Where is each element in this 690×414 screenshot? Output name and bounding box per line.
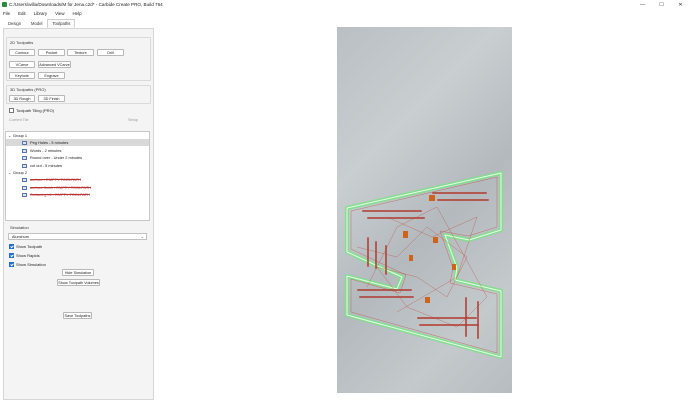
material-value: Aluminum	[12, 234, 29, 239]
toolpath-item[interactable]: Round over - Under 2 minutes	[6, 154, 149, 161]
toolpath-tiling-checkbox[interactable]	[9, 108, 14, 113]
3d-rough-button[interactable]: 3D Rough	[9, 95, 35, 102]
tree-group-1[interactable]: ⌄ Group 1	[8, 132, 149, 139]
tab-model[interactable]: Model	[26, 19, 47, 28]
toolpath-icon	[22, 155, 27, 160]
window-title: C:/Users/willa/Downloads/M for Jena.c2d*…	[9, 2, 163, 7]
menu-library[interactable]: Library	[34, 11, 47, 16]
save-toolpaths-button[interactable]: Save Toolpaths	[63, 312, 92, 319]
show-toolpath-volumes-button[interactable]: Show Toolpath Volumes	[57, 279, 100, 286]
show-toolpath-label: Show Toolpath	[16, 244, 43, 249]
group-label: Group 1	[13, 133, 28, 138]
tree-group-2[interactable]: ⌄ Group 2	[8, 169, 149, 176]
texture-button[interactable]: Texture	[67, 49, 94, 56]
toolpath-item[interactable]: surface finish - EMPTY TOOLPATH	[6, 184, 149, 191]
toolpath-tree: ⌄ Group 1 Peg Holes - 5 minutes Words - …	[5, 131, 150, 221]
toolpath-label: Round over - Under 2 minutes	[30, 155, 83, 160]
show-simulation-checkbox[interactable]	[9, 262, 14, 267]
toolpath-icon	[22, 163, 27, 168]
toolpath-label: surface finish - EMPTY TOOLPATH	[30, 185, 92, 190]
group-label: Group 2	[13, 170, 28, 175]
show-toolpath-checkbox[interactable]	[9, 244, 14, 249]
contour-button[interactable]: Contour	[9, 49, 35, 56]
engrave-button[interactable]: Engrave	[38, 72, 65, 79]
keyhole-button[interactable]: Keyhole	[9, 72, 35, 79]
toolpaths-3d-title: 3D Toolpaths (PRO)	[10, 87, 46, 92]
toolpath-label: Surfacing bit - EMPTY TOOLPATH	[30, 192, 90, 197]
pocket-button[interactable]: Pocket	[38, 49, 65, 56]
tab-toolpaths[interactable]: Toolpaths	[47, 19, 76, 28]
material-select[interactable]: Aluminum ⌄	[8, 233, 147, 240]
show-rapids-checkbox[interactable]	[9, 253, 14, 258]
show-rapids-label: Show Rapids	[16, 253, 40, 258]
toolpath-item[interactable]: cut out - 5 minutes	[6, 162, 149, 169]
hide-simulation-button[interactable]: Hide Simulation	[62, 269, 94, 276]
app-icon	[2, 2, 7, 7]
toolpath-label: Words - 2 minutes	[30, 148, 62, 153]
toolpaths-2d-title: 2D Toolpaths	[10, 40, 34, 45]
toolpath-item[interactable]: surface - EMPTY TOOLPATH	[6, 176, 149, 183]
current-tile-field[interactable]: Current Tile	[9, 118, 29, 122]
toolpath-label: cut out - 5 minutes	[30, 163, 63, 168]
drill-button[interactable]: Drill	[97, 49, 124, 56]
show-simulation-label: Show Simulation	[16, 262, 46, 267]
menu-view[interactable]: View	[55, 11, 64, 16]
toolpath-icon	[22, 192, 27, 197]
maximize-button[interactable]: ☐	[652, 0, 671, 9]
3d-finish-button[interactable]: 3D Finish	[38, 95, 65, 102]
title-bar: C:/Users/willa/Downloads/M for Jena.c2d*…	[0, 0, 690, 9]
toolpath-item[interactable]: Peg Holes - 5 minutes	[6, 139, 149, 146]
toolpath-tiling-label: Toolpath Tiling (PRO)	[16, 108, 55, 113]
minimize-button[interactable]: —	[633, 0, 652, 9]
tab-design[interactable]: Design	[3, 19, 26, 28]
menu-help[interactable]: Help	[73, 11, 82, 16]
advanced-vcarve-button[interactable]: Advanced VCarve	[38, 61, 71, 68]
toolpath-item[interactable]: Surfacing bit - EMPTY TOOLPATH	[6, 191, 149, 198]
toolpath-label: surface - EMPTY TOOLPATH	[30, 177, 81, 182]
toolpath-preview	[345, 171, 503, 359]
menu-bar: File Edit Library View Help	[0, 9, 690, 17]
mode-tabs: Design Model Toolpaths	[3, 19, 76, 28]
window-controls: — ☐ ✕	[633, 0, 690, 9]
chevron-down-icon: ⌄	[140, 234, 144, 239]
toolpath-icon	[22, 140, 27, 145]
tiling-setup-button[interactable]: Setup	[128, 118, 138, 122]
toolpath-icon	[22, 148, 27, 153]
simulation-title: Simulation	[10, 225, 29, 230]
menu-file[interactable]: File	[3, 11, 10, 16]
toolpath-item[interactable]: Words - 2 minutes	[6, 147, 149, 154]
toolpath-icon	[22, 177, 27, 182]
close-button[interactable]: ✕	[671, 0, 690, 9]
vcarve-button[interactable]: VCarve	[9, 61, 35, 68]
menu-edit[interactable]: Edit	[18, 11, 26, 16]
toolpath-icon	[22, 185, 27, 190]
toolpath-label: Peg Holes - 5 minutes	[30, 140, 69, 145]
